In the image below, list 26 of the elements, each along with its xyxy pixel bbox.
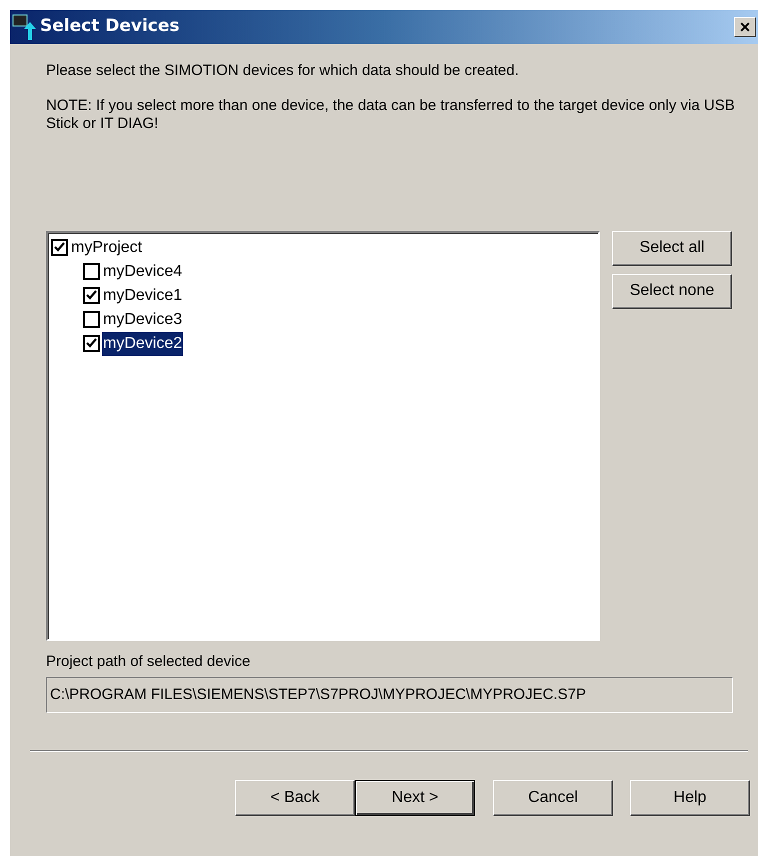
close-button[interactable]: ×: [734, 17, 756, 37]
tree-item[interactable]: myDevice4: [102, 260, 184, 284]
tree-item[interactable]: myProject: [70, 236, 144, 260]
checkmark-icon: [86, 290, 97, 301]
dialog-button[interactable]: Select none: [612, 274, 732, 308]
dialog-button[interactable]: Help: [630, 780, 750, 816]
path-label: Project path of selected device: [46, 652, 252, 672]
intro-text: Please select the SIMOTION devices for which data should be created.: [46, 61, 520, 81]
checkbox[interactable]: [83, 335, 100, 352]
tree-item[interactable]: myDevice2: [102, 332, 184, 356]
path-field: C:\PROGRAM FILES\SIEMENS\STEP7\S7PROJ\MYPROJEC\MYPROJEC.S7P: [46, 677, 733, 713]
checkbox[interactable]: [51, 239, 68, 256]
note-text: NOTE: If you select more than one device, the data can be transferred to the target device only via USB Stick or IT DIAG!: [46, 96, 736, 132]
dialog-button[interactable]: Next >: [355, 780, 475, 816]
tree-item[interactable]: myDevice1: [102, 284, 184, 308]
app-icon: [12, 13, 38, 41]
dialog-button[interactable]: < Back: [235, 780, 355, 816]
checkmark-icon: [54, 242, 65, 253]
tree-item[interactable]: myDevice3: [102, 308, 184, 332]
checkmark-icon: [86, 338, 97, 349]
window-title: Select Devices: [40, 15, 180, 38]
dialog-button[interactable]: Cancel: [493, 780, 613, 816]
dialog-button[interactable]: Select all: [612, 230, 732, 266]
checkbox[interactable]: [83, 287, 100, 304]
checkbox[interactable]: [83, 311, 100, 328]
checkbox[interactable]: [83, 263, 100, 280]
